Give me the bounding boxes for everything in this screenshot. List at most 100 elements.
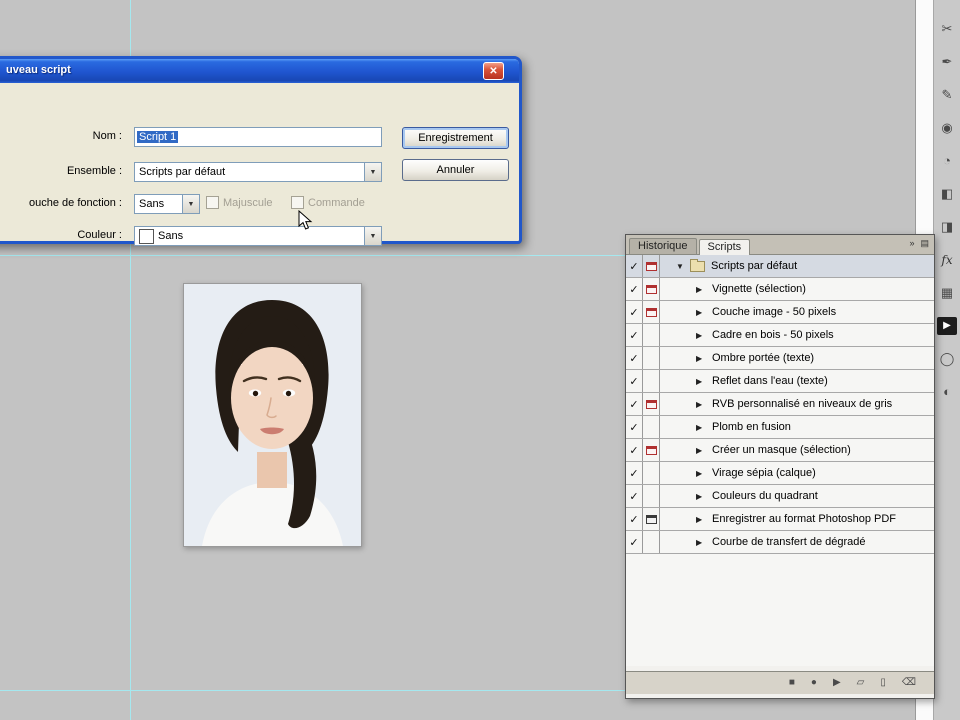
action-checkbox[interactable]: ✓ xyxy=(626,301,643,323)
checkmark-icon: ✓ xyxy=(629,421,639,434)
action-label: Ombre portée (texte) xyxy=(712,352,815,364)
action-row[interactable]: ✓ ▶ Reflet dans l'eau (texte) xyxy=(626,370,934,393)
action-row[interactable]: ✓ ▼ Scripts par défaut xyxy=(626,255,934,278)
action-row[interactable]: ✓ ▶ RVB personnalisé en niveaux de gris xyxy=(626,393,934,416)
expand-icon[interactable]: ▶ xyxy=(696,446,706,455)
action-checkbox[interactable]: ✓ xyxy=(626,439,643,461)
dropdown-arrow-icon[interactable]: ▼ xyxy=(364,163,381,181)
expand-icon[interactable]: ▶ xyxy=(696,469,706,478)
expand-icon[interactable]: ▶ xyxy=(696,515,706,524)
dialog-toggle[interactable] xyxy=(643,347,660,369)
commande-checkbox[interactable] xyxy=(291,196,304,209)
action-label: Virage sépia (calque) xyxy=(712,467,816,479)
photoshop-workspace: ✂ ✒ ✎ ◉ ◔ ◧ ◨ fx ▦ ▶ ◯ ◐ uveau script ✕ Nom : Scrip… xyxy=(0,0,960,720)
dropdown-arrow-icon[interactable]: ▼ xyxy=(364,227,381,245)
stamp-icon[interactable]: ◉ xyxy=(941,119,952,137)
expand-icon[interactable]: ▶ xyxy=(696,285,706,294)
new-action-dialog: uveau script ✕ Nom : Script 1 Enregistre… xyxy=(0,56,522,246)
tab-historique[interactable]: Historique xyxy=(629,238,697,254)
brush-icon[interactable]: ✎ xyxy=(942,86,953,104)
action-row[interactable]: ✓ ▶ Enregistrer au format Photoshop PDF xyxy=(626,508,934,531)
dialog-toggle[interactable] xyxy=(643,370,660,392)
action-checkbox[interactable]: ✓ xyxy=(626,508,643,530)
cancel-button[interactable]: Annuler xyxy=(402,159,509,181)
gradient-icon[interactable]: ◨ xyxy=(941,218,953,236)
color-select[interactable]: Sans ▼ xyxy=(134,226,382,246)
dialog-toggle[interactable] xyxy=(643,324,660,346)
dialog-toggle[interactable] xyxy=(643,393,660,415)
dialog-toggle-icon xyxy=(645,399,657,409)
action-row[interactable]: ✓ ▶ Ombre portée (texte) xyxy=(626,347,934,370)
panel-tabbar: Historique Scripts » ▤ xyxy=(626,235,934,255)
dialog-toggle[interactable] xyxy=(643,439,660,461)
dialog-toggle[interactable] xyxy=(643,508,660,530)
new-set-button[interactable]: ▱ xyxy=(857,678,865,688)
action-checkbox[interactable]: ✓ xyxy=(626,485,643,507)
panel-menu-icon[interactable]: ▤ xyxy=(920,238,929,249)
record-button[interactable]: Enregistrement xyxy=(402,127,509,149)
majuscule-checkbox[interactable] xyxy=(206,196,219,209)
eraser-icon[interactable]: ◧ xyxy=(941,185,953,203)
checkmark-icon: ✓ xyxy=(629,398,639,411)
grid-icon[interactable]: ▦ xyxy=(941,284,953,302)
dialog-toggle[interactable] xyxy=(643,462,660,484)
function-key-select[interactable]: Sans ▼ xyxy=(134,194,200,214)
shape-icon[interactable]: ◯ xyxy=(940,350,955,368)
action-checkbox[interactable]: ✓ xyxy=(626,324,643,346)
action-row[interactable]: ✓ ▶ Courbe de transfert de dégradé xyxy=(626,531,934,554)
name-input[interactable]: Script 1 xyxy=(134,127,382,147)
action-row[interactable]: ✓ ▶ Créer un masque (sélection) xyxy=(626,439,934,462)
dialog-toggle[interactable] xyxy=(643,301,660,323)
expand-icon[interactable]: ▶ xyxy=(696,331,706,340)
panel-collapse-icon[interactable]: » xyxy=(909,238,914,249)
expand-icon[interactable]: ▶ xyxy=(696,538,706,547)
scissors-icon[interactable]: ✂ xyxy=(942,20,953,38)
action-checkbox[interactable]: ✓ xyxy=(626,393,643,415)
expand-icon[interactable]: ▶ xyxy=(696,492,706,501)
dialog-toggle-icon xyxy=(645,514,657,524)
action-row[interactable]: ✓ ▶ Couche image - 50 pixels xyxy=(626,301,934,324)
action-row[interactable]: ✓ ▶ Plomb en fusion xyxy=(626,416,934,439)
portrait-photo[interactable] xyxy=(183,283,362,547)
dropdown-arrow-icon[interactable]: ▼ xyxy=(182,195,199,213)
action-checkbox[interactable]: ✓ xyxy=(626,347,643,369)
tab-scripts[interactable]: Scripts xyxy=(698,239,751,255)
expand-icon[interactable]: ▶ xyxy=(696,400,706,409)
action-checkbox[interactable]: ✓ xyxy=(626,462,643,484)
expand-icon[interactable]: ▶ xyxy=(696,354,706,363)
fx-icon[interactable]: fx xyxy=(941,251,952,269)
action-checkbox[interactable]: ✓ xyxy=(626,255,643,277)
play-button[interactable]: ▶ xyxy=(833,678,841,688)
action-row[interactable]: ✓ ▶ Virage sépia (calque) xyxy=(626,462,934,485)
dialog-toggle[interactable] xyxy=(643,416,660,438)
expand-icon[interactable]: ▶ xyxy=(696,308,706,317)
action-row[interactable]: ✓ ▶ Cadre en bois - 50 pixels xyxy=(626,324,934,347)
stop-button[interactable]: ■ xyxy=(789,678,795,688)
dialog-toggle[interactable] xyxy=(643,531,660,553)
mask-icon[interactable]: ◐ xyxy=(943,383,951,401)
action-row[interactable]: ✓ ▶ Vignette (sélection) xyxy=(626,278,934,301)
commande-label: Commande xyxy=(308,197,365,209)
history-brush-icon[interactable]: ◔ xyxy=(943,152,951,170)
expand-icon[interactable]: ▼ xyxy=(676,262,686,271)
pen-icon[interactable]: ✒ xyxy=(942,53,953,71)
action-checkbox[interactable]: ✓ xyxy=(626,416,643,438)
play-panel-icon[interactable]: ▶ xyxy=(937,317,957,335)
set-select[interactable]: Scripts par défaut ▼ xyxy=(134,162,382,182)
action-row[interactable]: ✓ ▶ Couleurs du quadrant xyxy=(626,485,934,508)
dialog-toggle[interactable] xyxy=(643,278,660,300)
dialog-titlebar[interactable]: uveau script ✕ xyxy=(0,59,519,83)
expand-icon[interactable]: ▶ xyxy=(696,423,706,432)
close-button[interactable]: ✕ xyxy=(483,62,504,80)
name-value: Script 1 xyxy=(137,131,179,143)
dialog-toggle[interactable] xyxy=(643,255,660,277)
record-button[interactable]: ● xyxy=(811,678,817,688)
action-checkbox[interactable]: ✓ xyxy=(626,370,643,392)
expand-icon[interactable]: ▶ xyxy=(696,377,706,386)
delete-button[interactable]: ⌫ xyxy=(902,678,916,688)
dialog-toggle-icon xyxy=(645,284,657,294)
new-action-button[interactable]: ▯ xyxy=(880,678,886,688)
action-checkbox[interactable]: ✓ xyxy=(626,531,643,553)
dialog-toggle[interactable] xyxy=(643,485,660,507)
action-checkbox[interactable]: ✓ xyxy=(626,278,643,300)
